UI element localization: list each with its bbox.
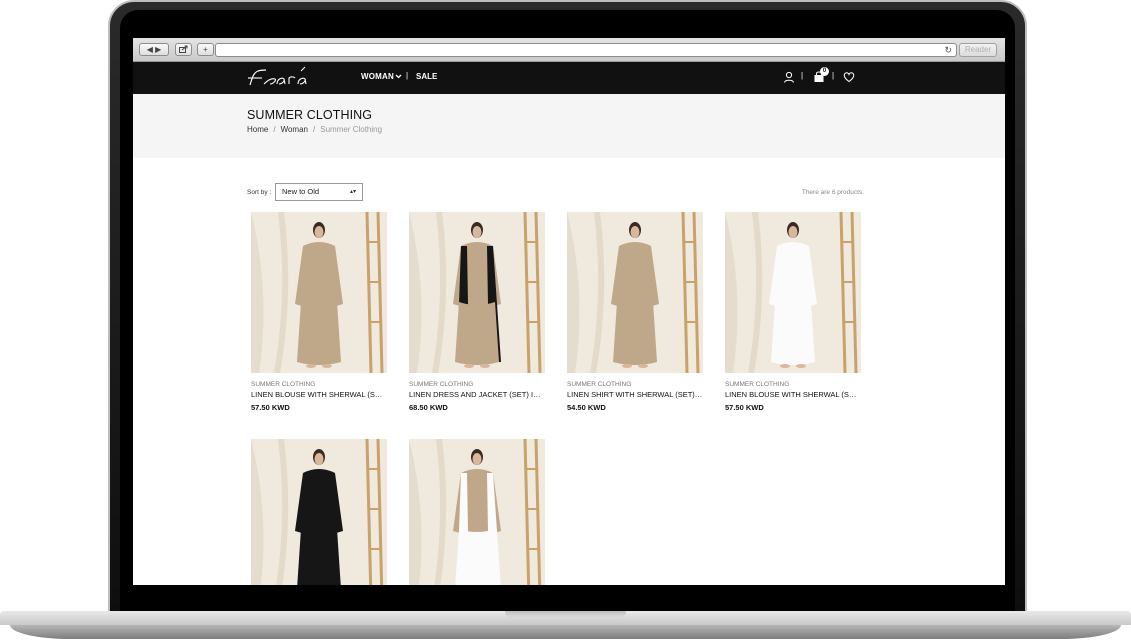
share-icon: [179, 45, 188, 53]
product-image[interactable]: [725, 212, 861, 373]
product-card[interactable]: SUMMER CLOTHING LINEN BLOUSE WITH SHERWAL…: [251, 212, 387, 412]
cart-count-badge: 0: [820, 67, 829, 76]
product-image[interactable]: [409, 439, 545, 585]
product-card[interactable]: SUMMER CLOTHING LINEN SHIRT WITH SHERWAL …: [567, 212, 703, 412]
heart-icon[interactable]: [842, 70, 856, 84]
product-photo: [409, 212, 545, 373]
product-name[interactable]: LINEN DRESS AND JACKET (SET) IN BLACK: [409, 390, 545, 399]
sort-selected-value: New to Old: [282, 187, 320, 196]
product-photo: [251, 212, 387, 373]
product-name[interactable]: LINEN BLOUSE WITH SHERWAL (SET) IN BEIGE: [251, 390, 387, 399]
product-count: There are 6 products.: [801, 189, 864, 196]
select-arrows-icon: ▴▾: [349, 189, 356, 195]
product-category[interactable]: SUMMER CLOTHING: [409, 381, 545, 388]
back-forward-buttons[interactable]: ◀ ▶: [139, 43, 169, 56]
product-category[interactable]: SUMMER CLOTHING: [725, 381, 861, 388]
product-card[interactable]: SUMMER CLOTHING LINEN BLOUSE WITH SHERWAL…: [725, 212, 861, 412]
product-image[interactable]: [409, 212, 545, 373]
product-name[interactable]: LINEN SHIRT WITH SHERWAL (SET) IN BEIGE: [567, 390, 703, 399]
product-price: 54.50 KWD: [567, 403, 606, 412]
nav-sale[interactable]: SALE: [416, 72, 437, 81]
breadcrumb-separator: /: [313, 125, 316, 134]
product-photo: [567, 212, 703, 373]
new-tab-button[interactable]: +: [197, 43, 214, 56]
product-image[interactable]: [251, 212, 387, 373]
forward-arrow-icon[interactable]: ▶: [155, 45, 161, 54]
laptop-notch: [505, 611, 626, 618]
page-title: SUMMER CLOTHING: [247, 108, 373, 122]
product-photo: [251, 439, 387, 585]
product-image[interactable]: [251, 439, 387, 585]
breadcrumb: Home / Woman / Summer Clothing: [247, 125, 382, 134]
reload-icon[interactable]: ↻: [944, 45, 952, 55]
nav-woman[interactable]: WOMAN: [361, 72, 394, 81]
back-arrow-icon[interactable]: ◀: [147, 45, 153, 54]
chevron-down-icon[interactable]: [395, 73, 402, 80]
plus-icon: +: [203, 45, 208, 54]
product-price: 68.50 KWD: [409, 403, 448, 412]
sort-select[interactable]: New to Old ▴▾: [275, 183, 363, 201]
laptop-base: [0, 611, 1131, 643]
nav-separator: |: [406, 71, 409, 80]
share-button[interactable]: [175, 43, 192, 56]
breadcrumb-home[interactable]: Home: [247, 125, 268, 134]
header-separator-1: |: [801, 71, 804, 80]
product-name[interactable]: LINEN BLOUSE WITH SHERWAL (SET) IN WHITE: [725, 390, 861, 399]
site-header: WOMAN | SALE | 0 |: [133, 62, 1005, 94]
screen: ◀ ▶ + ↻ Reader WOMAN | SALE | 0 | SUMMER…: [133, 38, 1005, 585]
product-image[interactable]: [567, 212, 703, 373]
breadcrumb-separator: /: [273, 125, 276, 134]
product-card[interactable]: [409, 439, 545, 585]
product-photo: [409, 439, 545, 585]
product-card[interactable]: SUMMER CLOTHING LINEN DRESS AND JACKET (S…: [409, 212, 545, 412]
product-category[interactable]: SUMMER CLOTHING: [251, 381, 387, 388]
breadcrumb-woman[interactable]: Woman: [281, 125, 308, 134]
brand-logo[interactable]: [246, 65, 312, 89]
product-card[interactable]: [251, 439, 387, 585]
reader-button[interactable]: Reader: [959, 43, 997, 57]
breadcrumb-current: Summer Clothing: [320, 125, 383, 134]
header-separator-2: |: [832, 71, 835, 80]
sort-label: Sort by :: [247, 189, 272, 196]
browser-toolbar: ◀ ▶ + ↻ Reader: [133, 38, 1005, 62]
product-price: 57.50 KWD: [251, 403, 290, 412]
laptop-base-bottom: [10, 625, 1121, 639]
address-bar[interactable]: ↻: [215, 43, 957, 57]
product-price: 57.50 KWD: [725, 403, 764, 412]
product-category[interactable]: SUMMER CLOTHING: [567, 381, 703, 388]
user-icon[interactable]: [782, 70, 796, 84]
product-photo: [725, 212, 861, 373]
category-header: SUMMER CLOTHING Home / Woman / Summer Clothi…: [133, 94, 1005, 158]
